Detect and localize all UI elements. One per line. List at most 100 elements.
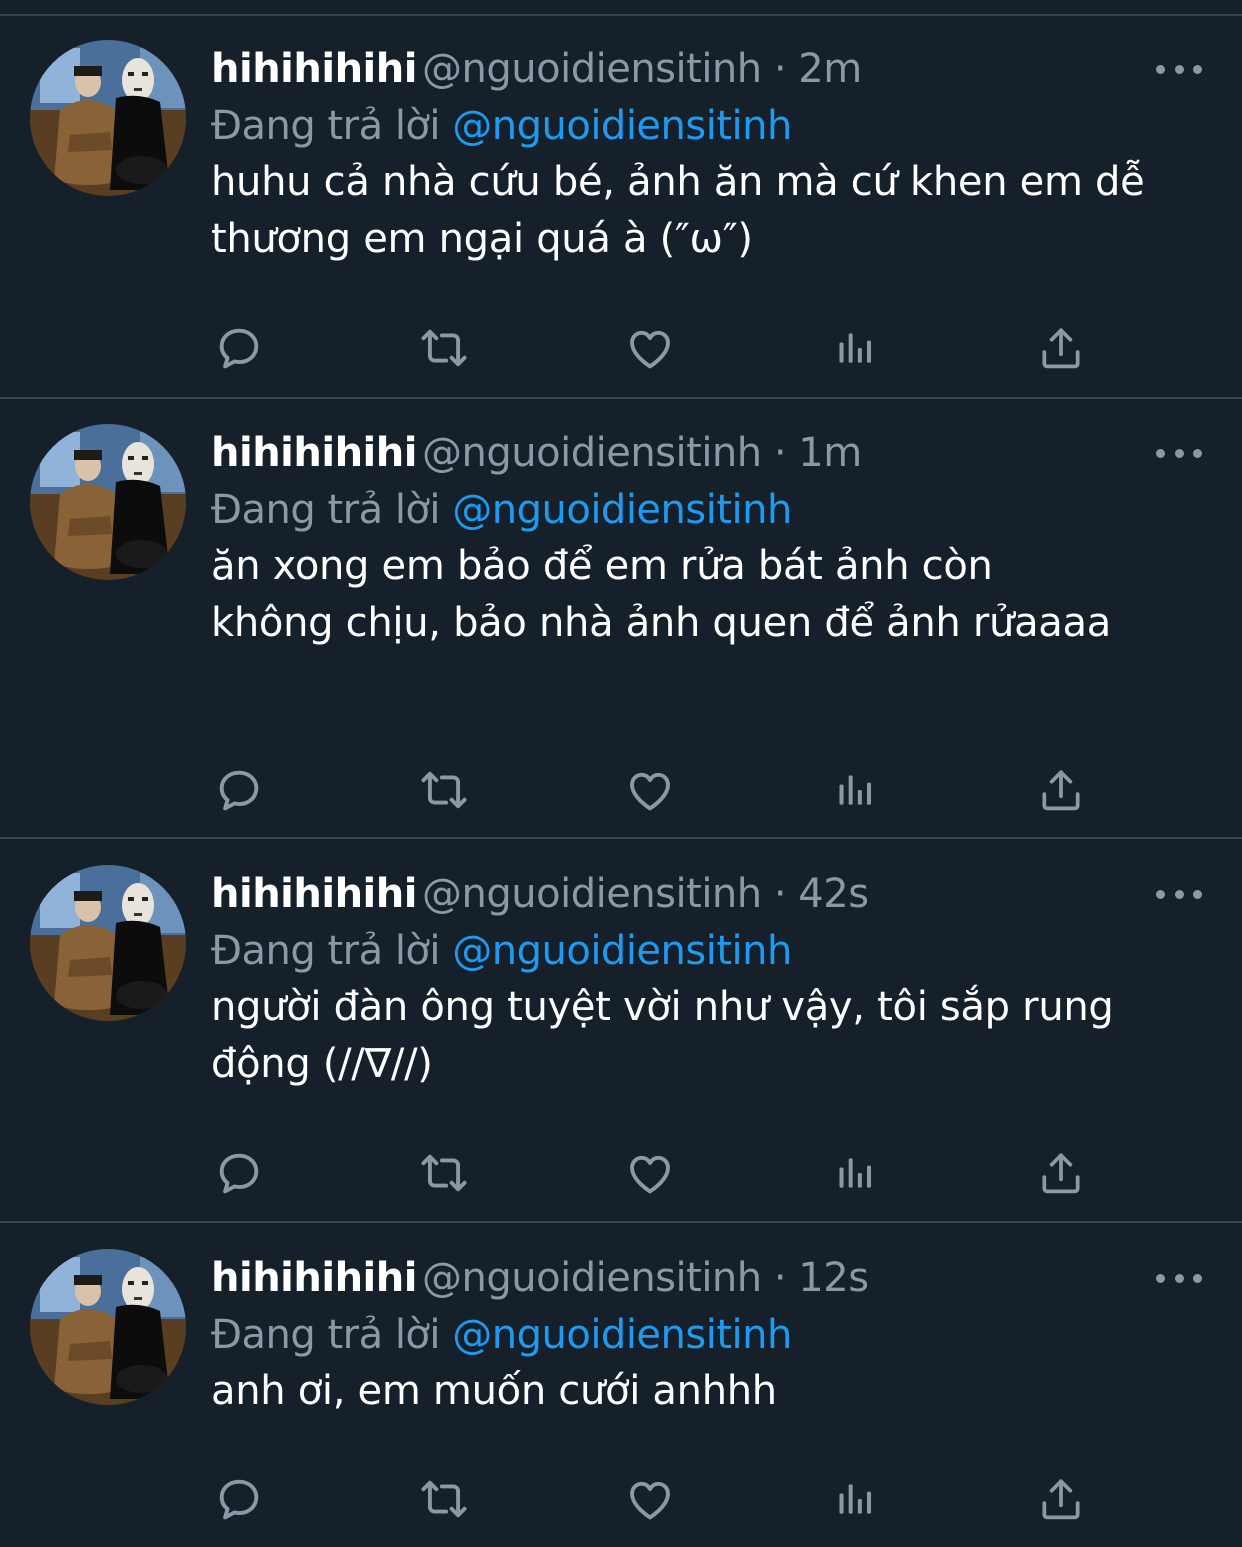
- retweet-button[interactable]: [416, 320, 472, 376]
- like-button[interactable]: [622, 320, 678, 376]
- handle: @nguoidiensitinh ·: [422, 46, 799, 92]
- tweet[interactable]: hihihihihi @nguoidiensitinh · 1m Đang tr…: [0, 424, 1242, 836]
- views-button[interactable]: [828, 1145, 884, 1201]
- tweet-header: hihihihihi @nguoidiensitinh · 1m: [211, 424, 862, 482]
- share-button[interactable]: [1033, 320, 1089, 376]
- share-button[interactable]: [1033, 762, 1089, 818]
- timestamp[interactable]: 2m: [798, 46, 862, 92]
- replying-to: Đang trả lời @nguoidiensitinh: [211, 98, 792, 154]
- replying-to: Đang trả lời @nguoidiensitinh: [211, 923, 792, 979]
- divider: [0, 14, 1242, 16]
- share-button[interactable]: [1033, 1145, 1089, 1201]
- tweet[interactable]: hihihihihi @nguoidiensitinh · 2m Đang tr…: [0, 40, 1242, 400]
- mention-link[interactable]: @nguoidiensitinh: [452, 928, 792, 974]
- tweet-header: hihihihihi @nguoidiensitinh · 2m: [211, 40, 862, 98]
- more-options-button[interactable]: [1156, 54, 1202, 84]
- avatar[interactable]: [30, 1249, 186, 1405]
- replying-to-label: Đang trả lời: [211, 928, 441, 974]
- retweet-button[interactable]: [416, 1145, 472, 1201]
- avatar-image: [30, 424, 186, 580]
- like-button[interactable]: [622, 1471, 678, 1527]
- display-name[interactable]: hihihihihi: [211, 871, 417, 917]
- replying-to-label: Đang trả lời: [211, 487, 441, 533]
- reply-icon: [213, 764, 265, 816]
- tweet-actions: [211, 320, 1091, 376]
- reply-button[interactable]: [211, 320, 267, 376]
- tweet[interactable]: hihihihihi @nguoidiensitinh · 12s Đang t…: [0, 1249, 1242, 1547]
- tweet-header: hihihihihi @nguoidiensitinh · 12s: [211, 1249, 869, 1307]
- reply-button[interactable]: [211, 1145, 267, 1201]
- heart-icon: [624, 764, 676, 816]
- handle: @nguoidiensitinh ·: [422, 430, 799, 476]
- avatar[interactable]: [30, 865, 186, 1021]
- timestamp[interactable]: 42s: [798, 871, 869, 917]
- replying-to-label: Đang trả lời: [211, 1312, 441, 1358]
- retweet-button[interactable]: [416, 1471, 472, 1527]
- divider: [0, 837, 1242, 839]
- heart-icon: [624, 322, 676, 374]
- bar-chart-icon: [834, 326, 878, 370]
- timestamp[interactable]: 12s: [798, 1255, 869, 1301]
- tweet-actions: [211, 762, 1091, 818]
- share-icon: [1036, 1148, 1086, 1198]
- more-options-button[interactable]: [1156, 879, 1202, 909]
- avatar[interactable]: [30, 40, 186, 196]
- heart-icon: [624, 1473, 676, 1525]
- tweet-text: ăn xong em bảo để em rửa bát ảnh còn khô…: [211, 543, 1111, 646]
- tweet-text: người đàn ông tuyệt vời như vậy, tôi sắp…: [211, 984, 1114, 1087]
- retweet-icon: [418, 764, 470, 816]
- more-icon: [1156, 448, 1165, 458]
- display-name[interactable]: hihihihihi: [211, 46, 417, 92]
- display-name[interactable]: hihihihihi: [211, 430, 417, 476]
- avatar-image: [30, 865, 186, 1021]
- views-button[interactable]: [828, 762, 884, 818]
- retweet-button[interactable]: [416, 762, 472, 818]
- heart-icon: [624, 1147, 676, 1199]
- mention-link[interactable]: @nguoidiensitinh: [452, 1312, 792, 1358]
- reply-icon: [213, 1147, 265, 1199]
- share-icon: [1036, 1474, 1086, 1524]
- tweet-text: huhu cả nhà cứu bé, ảnh ăn mà cứ khen em…: [211, 159, 1145, 262]
- more-icon: [1156, 64, 1165, 74]
- reply-button[interactable]: [211, 1471, 267, 1527]
- tweet-actions: [211, 1471, 1091, 1527]
- display-name[interactable]: hihihihihi: [211, 1255, 417, 1301]
- more-icon: [1156, 889, 1165, 899]
- retweet-icon: [418, 322, 470, 374]
- mention-link[interactable]: @nguoidiensitinh: [452, 487, 792, 533]
- share-icon: [1036, 323, 1086, 373]
- like-button[interactable]: [622, 1145, 678, 1201]
- bar-chart-icon: [834, 1151, 878, 1195]
- reply-button[interactable]: [211, 762, 267, 818]
- more-icon: [1156, 1273, 1165, 1283]
- tweet-text: anh ơi, em muốn cưới anhhh: [211, 1368, 777, 1414]
- avatar-image: [30, 40, 186, 196]
- share-button[interactable]: [1033, 1471, 1089, 1527]
- more-options-button[interactable]: [1156, 438, 1202, 468]
- handle: @nguoidiensitinh ·: [422, 871, 799, 917]
- bar-chart-icon: [834, 1477, 878, 1521]
- bar-chart-icon: [834, 768, 878, 812]
- retweet-icon: [418, 1147, 470, 1199]
- avatar[interactable]: [30, 424, 186, 580]
- share-icon: [1036, 765, 1086, 815]
- divider: [0, 1221, 1242, 1223]
- retweet-icon: [418, 1473, 470, 1525]
- reply-icon: [213, 322, 265, 374]
- tweet-header: hihihihihi @nguoidiensitinh · 42s: [211, 865, 869, 923]
- reply-thread: hihihihihi @nguoidiensitinh · 2m Đang tr…: [0, 0, 1242, 1547]
- views-button[interactable]: [828, 1471, 884, 1527]
- more-options-button[interactable]: [1156, 1263, 1202, 1293]
- tweet[interactable]: hihihihihi @nguoidiensitinh · 42s Đang t…: [0, 865, 1242, 1221]
- views-button[interactable]: [828, 320, 884, 376]
- replying-to-label: Đang trả lời: [211, 103, 441, 149]
- tweet-actions: [211, 1145, 1091, 1201]
- like-button[interactable]: [622, 762, 678, 818]
- replying-to: Đang trả lời @nguoidiensitinh: [211, 482, 792, 538]
- handle: @nguoidiensitinh ·: [422, 1255, 799, 1301]
- replying-to: Đang trả lời @nguoidiensitinh: [211, 1307, 792, 1363]
- reply-icon: [213, 1473, 265, 1525]
- divider: [0, 397, 1242, 399]
- timestamp[interactable]: 1m: [798, 430, 862, 476]
- mention-link[interactable]: @nguoidiensitinh: [452, 103, 792, 149]
